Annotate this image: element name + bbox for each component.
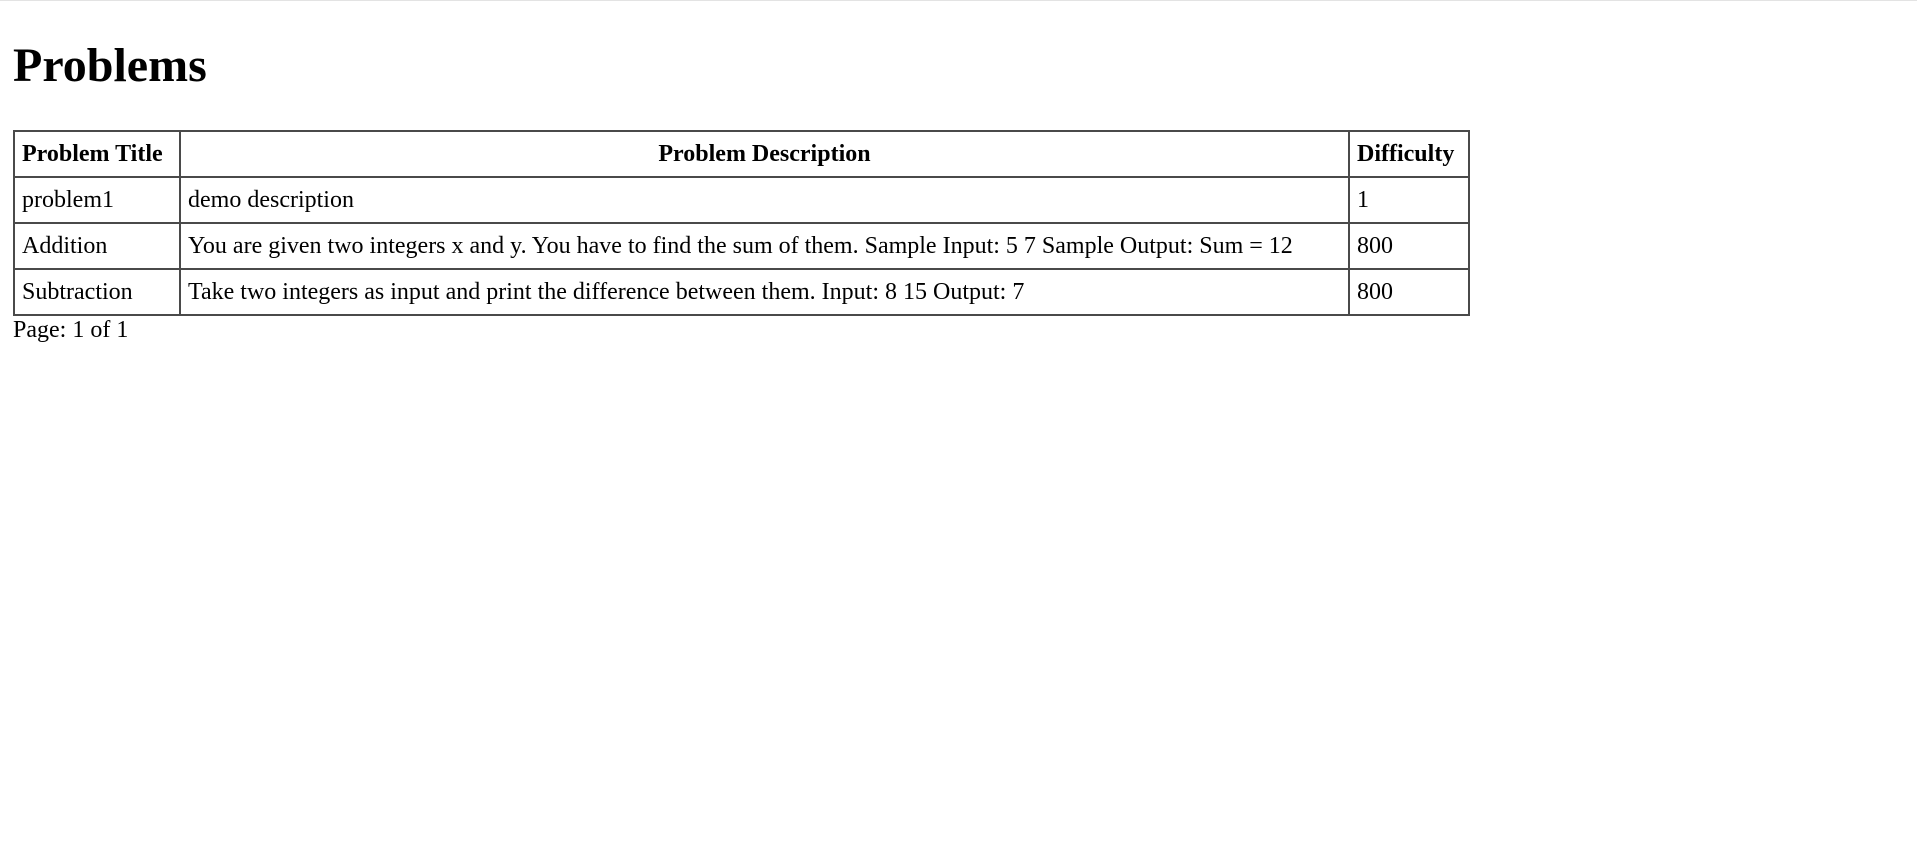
cell-problem-description: You are given two integers x and y. You … (180, 223, 1349, 269)
header-problem-title: Problem Title (14, 131, 180, 177)
cell-problem-title: problem1 (14, 177, 180, 223)
cell-problem-description: Take two integers as input and print the… (180, 269, 1349, 315)
table-row: Addition You are given two integers x an… (14, 223, 1469, 269)
pagination-status: Page: 1 of 1 (13, 317, 129, 343)
table-row: Subtraction Take two integers as input a… (14, 269, 1469, 315)
header-problem-description: Problem Description (180, 131, 1349, 177)
page-content: Problems Problem Title Problem Descripti… (13, 38, 1470, 344)
cell-problem-description: demo description (180, 177, 1349, 223)
cell-problem-title: Addition (14, 223, 180, 269)
cell-difficulty: 1 (1349, 177, 1469, 223)
table-row: problem1 demo description 1 (14, 177, 1469, 223)
page-title: Problems (13, 39, 207, 92)
header-difficulty: Difficulty (1349, 131, 1469, 177)
cell-difficulty: 800 (1349, 269, 1469, 315)
cell-problem-title: Subtraction (14, 269, 180, 315)
top-divider (0, 0, 1917, 1)
cell-difficulty: 800 (1349, 223, 1469, 269)
problems-table: Problem Title Problem Description Diffic… (13, 130, 1470, 316)
table-header-row: Problem Title Problem Description Diffic… (14, 131, 1469, 177)
